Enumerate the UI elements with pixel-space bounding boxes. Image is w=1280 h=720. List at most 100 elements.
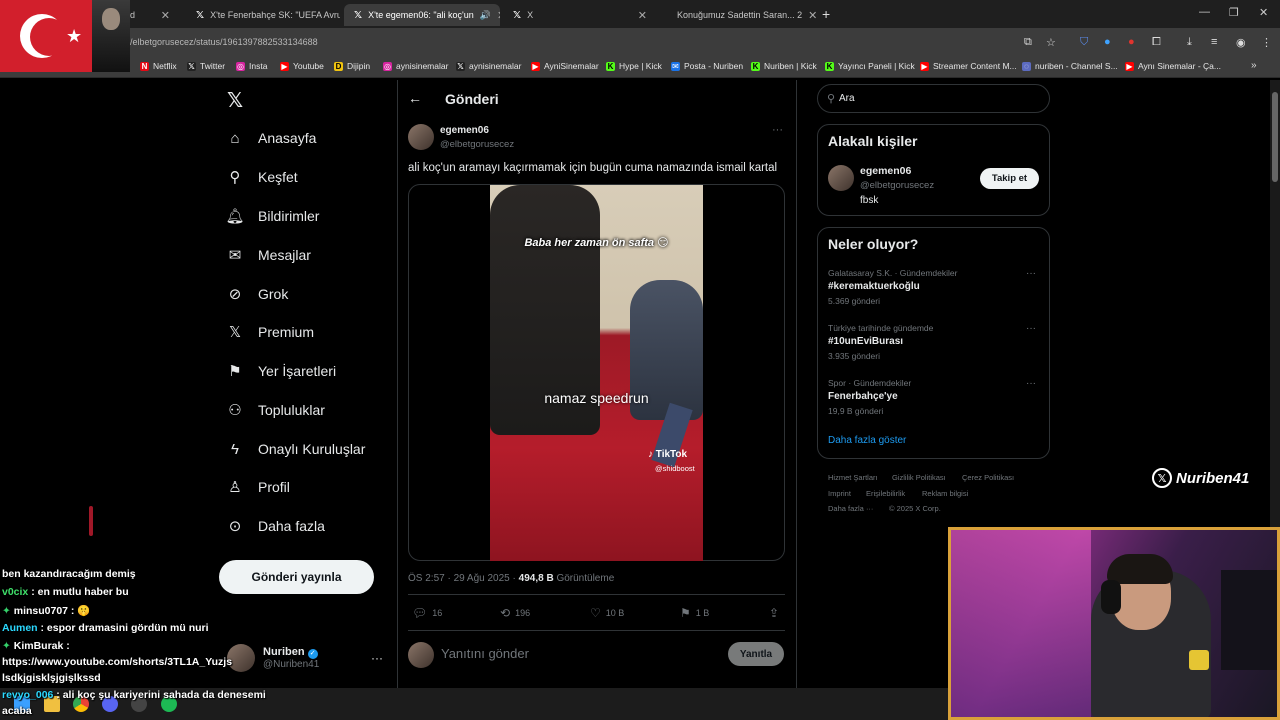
footer-link[interactable]: Gizlilik Politikası — [892, 473, 946, 482]
bookmark-item[interactable]: ▶ Youtube — [280, 61, 324, 71]
profile-icon[interactable]: ◉ — [1236, 36, 1246, 49]
nav-item-messages[interactable]: ✉ Mesajlar — [226, 240, 311, 270]
related-name[interactable]: egemen06 — [860, 165, 911, 177]
trend-more-icon[interactable]: ··· — [1026, 323, 1036, 334]
close-icon[interactable]: ✕ — [161, 9, 170, 22]
like-action[interactable]: ♡ 10 B — [590, 606, 624, 620]
bookmark-item[interactable]: K Yayıncı Paneli | Kick — [825, 61, 915, 71]
related-handle[interactable]: @elbetgorusecez — [860, 180, 934, 191]
bookmark-star-icon[interactable]: ☆ — [1046, 36, 1056, 49]
shield-icon[interactable]: ⛉ — [1080, 36, 1088, 49]
x-logo-icon[interactable]: 𝕏 — [227, 88, 243, 113]
footer-link[interactable]: Reklam bilgisi — [922, 489, 968, 498]
bookmark-item[interactable]: ◎ aynisinemalar — [383, 61, 448, 71]
nav-item-explore[interactable]: ⚲ Keşfet — [226, 162, 298, 192]
view-label: Görüntüleme — [553, 573, 615, 584]
trend-count: 5.369 gönderi — [828, 296, 880, 306]
nav-item-more[interactable]: ⊙ Daha fazla — [226, 511, 325, 541]
maximize-icon[interactable]: ❐ — [1229, 6, 1239, 19]
media-icon[interactable]: ≡ — [1211, 36, 1217, 48]
new-tab-icon[interactable]: + — [822, 6, 830, 22]
footer-link[interactable]: Çerez Politikası — [962, 473, 1014, 482]
scrollbar-thumb[interactable] — [1272, 92, 1278, 182]
bookmark-item[interactable]: K Nuriben | Kick — [751, 61, 817, 71]
browser-tab-active[interactable]: 𝕏 X'te egemen06: "ali koç'un 🔊 ✕ — [344, 4, 500, 26]
cast-icon[interactable]: ⧉ — [1024, 36, 1032, 49]
author-avatar[interactable] — [408, 124, 434, 150]
browser-tab[interactable]: 𝕏 X ✕ — [503, 4, 657, 26]
reply-button[interactable]: Yanıtla — [728, 642, 784, 666]
browser-tab[interactable]: Konuğumuz Sadettin Saran... 2 ✕ — [661, 4, 818, 26]
reply-input[interactable]: Yanıtını gönder — [441, 646, 529, 661]
follow-button[interactable]: Takip et — [980, 168, 1039, 189]
nav-item-grok[interactable]: ⊘ Grok — [226, 279, 289, 309]
post-more-icon[interactable]: ··· — [772, 124, 783, 136]
chat-user: revyo_006 — [2, 689, 54, 701]
trend-name[interactable]: Fenerbahçe'ye — [828, 391, 898, 402]
bookmark-item[interactable]: ◌ nuriben - Channel S... — [1022, 61, 1118, 71]
footer-link[interactable]: Erişilebilirlik — [866, 489, 905, 498]
bookmark-item[interactable]: ◎ Insta — [236, 61, 267, 71]
author-handle[interactable]: @elbetgorusecez — [440, 139, 514, 150]
video-caption: namaz speedrun — [544, 390, 649, 406]
reply-action[interactable]: 💬︎ 16 — [412, 606, 442, 620]
trends-title: Neler oluyor? — [828, 236, 919, 252]
bookmark-item[interactable]: 𝕏 Twitter — [187, 61, 225, 71]
url-field[interactable]: /elbetgorusecez/status/19613978825331346… — [130, 37, 318, 47]
webcam-background — [951, 530, 1091, 717]
close-icon[interactable]: ✕ — [497, 9, 500, 22]
bookmark-item[interactable]: ▶ Streamer Content M... — [920, 61, 1017, 71]
gem-icon: ✦ — [2, 640, 11, 652]
close-icon[interactable]: ✕ — [808, 9, 817, 22]
share-action[interactable]: ⇪ — [769, 606, 779, 620]
account-name: Nuriben — [263, 646, 305, 658]
download-icon[interactable]: ⤓ — [1187, 36, 1192, 49]
bookmark-label: Netflix — [153, 61, 177, 71]
bookmarks-overflow-icon[interactable]: » — [1251, 60, 1257, 71]
close-icon[interactable]: ✕ — [638, 9, 647, 22]
bookmark-item[interactable]: D Dijipin — [334, 61, 370, 71]
nav-item-premium[interactable]: 𝕏 Premium — [226, 317, 314, 347]
tiktok-user: @shidboost — [655, 464, 695, 473]
nav-item-communities[interactable]: ⚇ Topluluklar — [226, 395, 325, 425]
trend-name[interactable]: #keremaktuerkoğlu — [828, 281, 920, 292]
account-more-icon[interactable]: ··· — [371, 651, 383, 665]
speaker-icon[interactable]: 🔊 — [480, 10, 491, 21]
back-arrow-icon[interactable]: ← — [408, 90, 422, 106]
related-avatar[interactable] — [828, 165, 854, 191]
bookmark-item[interactable]: ▶ AyniSinemalar — [531, 61, 599, 71]
trend-more-icon[interactable]: ··· — [1026, 378, 1036, 389]
post-button[interactable]: Gönderi yayınla — [219, 560, 374, 594]
post-text: ali koç'un aramayı kaçırmamak için bugün… — [408, 162, 778, 174]
minimize-icon[interactable]: — — [1199, 6, 1210, 18]
browser-tab[interactable]: 𝕏X'te Fenerbahçe SK: "UEFA Avru✕ — [186, 4, 340, 26]
nav-item-verified-orgs[interactable]: ϟ Onaylı Kuruluşlar — [226, 434, 365, 464]
bookmark-action[interactable]: ⚑ 1 B — [680, 606, 709, 620]
extension-icon[interactable]: ● — [1104, 36, 1111, 48]
nav-item-home[interactable]: ⌂ Anasayfa — [226, 123, 316, 153]
nav-item-profile[interactable]: ♙ Profil — [226, 472, 290, 502]
bookmark-item[interactable]: 𝕏aynisinemalar — [456, 61, 521, 71]
nav-item-bookmarks[interactable]: ⚑ Yer İşaretleri — [226, 356, 336, 386]
chat-text: ben kazandıracağım demiş — [2, 568, 136, 580]
author-name[interactable]: egemen06 — [440, 125, 489, 136]
nav-item-notifications[interactable]: 🔔︎ Bildirimler — [225, 201, 319, 231]
trend-more-icon[interactable]: ··· — [1026, 268, 1036, 279]
footer-link[interactable]: Imprint — [828, 489, 851, 498]
footer-link[interactable]: Hizmet Şartları — [828, 473, 878, 482]
bookmark-item[interactable]: ✉ Posta - Nuriben — [671, 61, 743, 71]
footer-link[interactable]: Daha fazla ··· — [828, 504, 873, 513]
communities-icon: ⚇ — [228, 402, 242, 419]
post-time[interactable]: ÖS 2:57 · 29 Ağu 2025 · — [408, 573, 519, 584]
account-switcher[interactable]: Nuriben ✓ @Nuriben41 — [227, 640, 319, 676]
window-close-icon[interactable]: ✕ — [1259, 6, 1268, 19]
bookmark-item[interactable]: K Hype | Kick — [606, 61, 662, 71]
extension-icon[interactable]: ● — [1128, 36, 1135, 48]
trend-name[interactable]: #10unEviBurası — [828, 336, 903, 347]
bookmark-item[interactable]: ▶ Aynı Sinemalar - Ça... — [1125, 61, 1221, 71]
repost-action[interactable]: ⟲ 196 — [500, 606, 530, 620]
puzzle-icon[interactable]: ⧠ — [1152, 36, 1161, 49]
show-more-link[interactable]: Daha fazla göster — [828, 435, 906, 446]
bookmark-item[interactable]: N Netflix — [140, 61, 177, 71]
menu-icon[interactable]: ⋮ — [1261, 36, 1272, 49]
